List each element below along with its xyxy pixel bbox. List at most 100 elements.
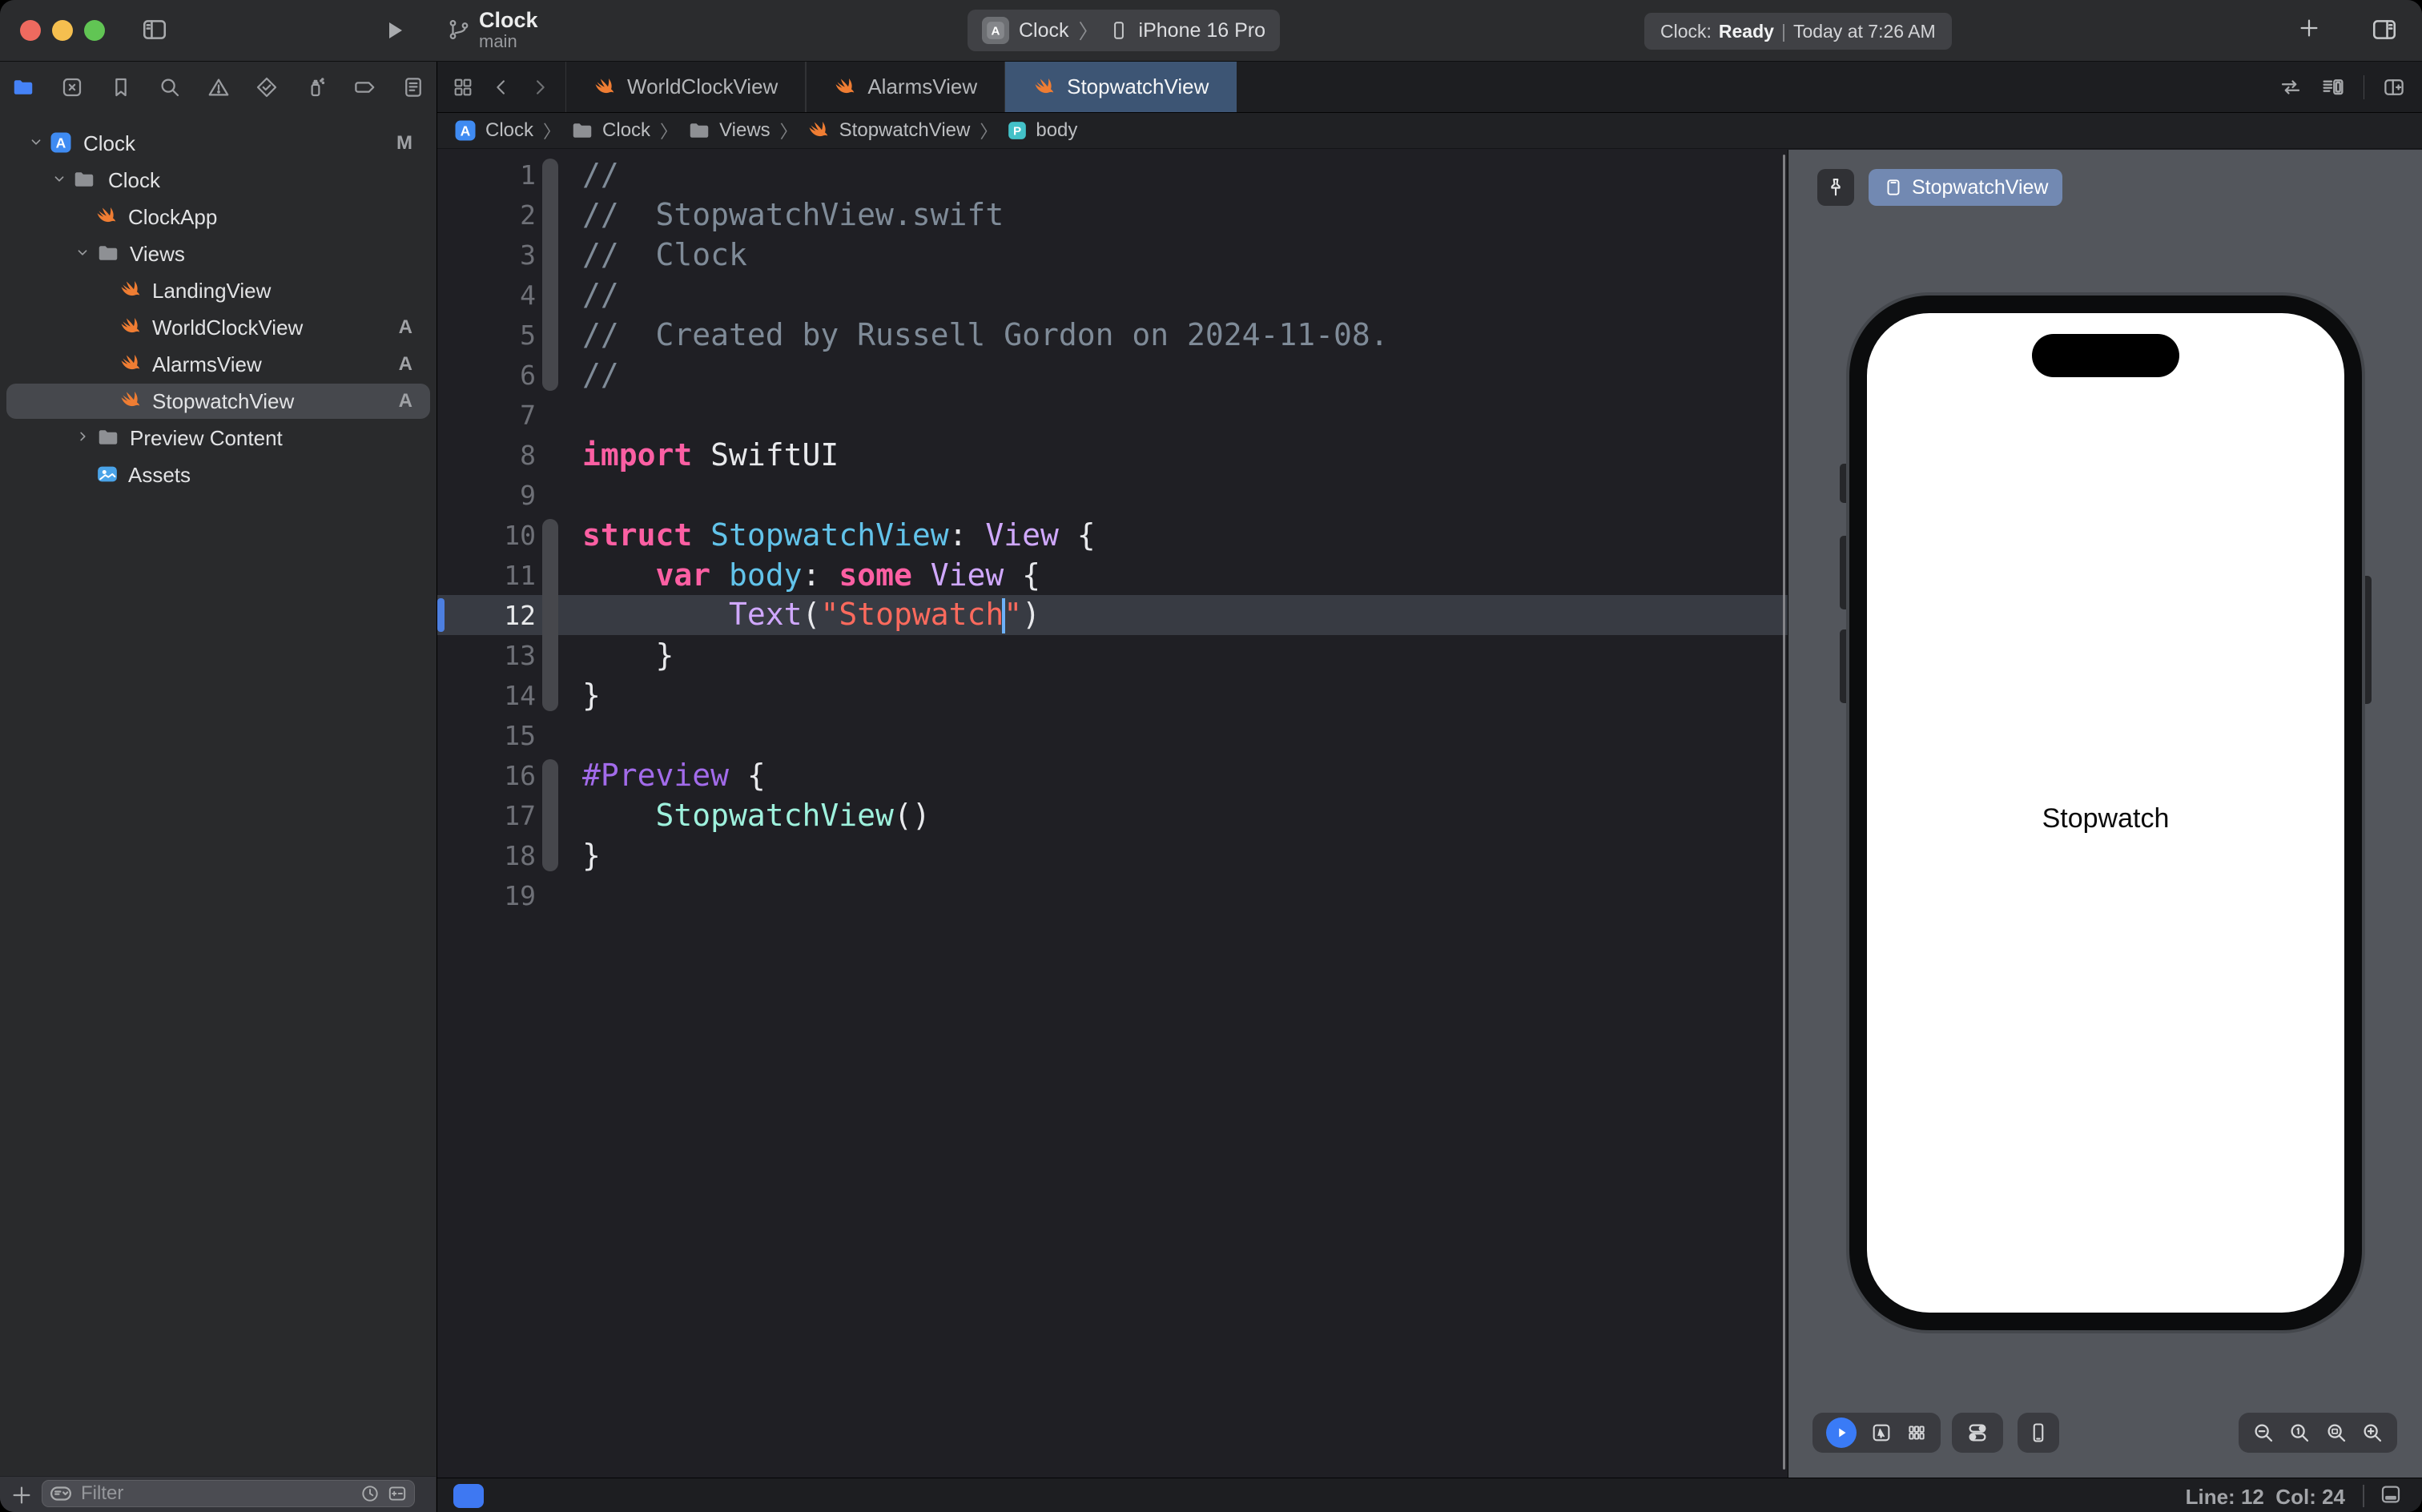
- code-line-3[interactable]: 3 // Clock: [437, 235, 1788, 275]
- tests-icon[interactable]: [255, 75, 279, 99]
- titlebar: Clock main A Clock 〉 iPhone 16 Pro Clock…: [0, 0, 2422, 62]
- filter-input[interactable]: [79, 1482, 353, 1506]
- activity-status[interactable]: Clock: Ready | Today at 7:26 AM: [1644, 13, 1952, 50]
- tree-row-AlarmsView[interactable]: AlarmsView A: [6, 347, 430, 382]
- tree-row-label: Views: [130, 242, 185, 267]
- debug-spray-icon[interactable]: [304, 75, 328, 99]
- add-button[interactable]: [2297, 16, 2321, 40]
- swift-icon: [119, 388, 143, 412]
- tree-row-label: Clock: [83, 131, 135, 156]
- tree-row-Views[interactable]: Views: [6, 236, 430, 271]
- breadcrumb-separator: 〉: [780, 118, 798, 143]
- code-line-8[interactable]: 8 import SwiftUI: [437, 435, 1788, 475]
- tree-row-StopwatchView[interactable]: StopwatchView A: [6, 384, 430, 419]
- tree-row-WorldClockView[interactable]: WorldClockView A: [6, 310, 430, 345]
- tree-row-Clock[interactable]: Clock: [6, 163, 430, 198]
- zoom-out-icon[interactable]: [2251, 1421, 2275, 1445]
- breadcrumb-Clock[interactable]: Clock: [570, 119, 650, 143]
- filter-field[interactable]: [42, 1480, 415, 1507]
- toggle-inspector-icon[interactable]: [2371, 16, 2398, 43]
- source-control-icon[interactable]: [60, 75, 84, 99]
- tree-row-Clock[interactable]: A Clock M: [6, 126, 430, 161]
- chevron-down-icon[interactable]: [50, 170, 68, 187]
- code-line-7[interactable]: 7: [437, 395, 1788, 435]
- tree-row-Assets[interactable]: Assets: [6, 457, 430, 493]
- code-line-10[interactable]: 10 struct StopwatchView: View {: [437, 515, 1788, 555]
- recent-files-icon[interactable]: [360, 1483, 380, 1504]
- scheme-selector[interactable]: A Clock 〉 iPhone 16 Pro: [968, 10, 1280, 51]
- breadcrumb-StopwatchView[interactable]: StopwatchView: [807, 119, 971, 143]
- line-number: 1: [437, 159, 536, 191]
- editor-scrollbar[interactable]: [1783, 155, 1785, 1470]
- code-line-1[interactable]: 1 //: [437, 155, 1788, 195]
- code-line-11[interactable]: 11 var body: some View {: [437, 555, 1788, 595]
- tab-WorldClockView[interactable]: WorldClockView: [565, 62, 806, 112]
- selectable-mode-icon[interactable]: [1870, 1422, 1893, 1444]
- tree-row-Preview-Content[interactable]: Preview Content: [6, 420, 430, 456]
- breakpoints-icon[interactable]: [352, 75, 376, 99]
- zoom-fit-icon[interactable]: [2324, 1421, 2348, 1445]
- source-control-filter-icon[interactable]: [387, 1483, 408, 1504]
- bookmarks-icon[interactable]: [109, 75, 133, 99]
- reports-icon[interactable]: [401, 75, 425, 99]
- code-line-19[interactable]: 19: [437, 875, 1788, 915]
- code-line-6[interactable]: 6 //: [437, 355, 1788, 395]
- variants-icon[interactable]: [1906, 1422, 1927, 1443]
- editor-tab-bar: WorldClockView AlarmsView StopwatchView: [437, 62, 2422, 113]
- split-editor-icon[interactable]: [2382, 75, 2406, 99]
- toggle-bottom-bar-icon[interactable]: [2379, 1482, 2403, 1506]
- code-line-18[interactable]: 18 }: [437, 835, 1788, 875]
- breadcrumb-Clock[interactable]: A Clock: [453, 119, 533, 143]
- branch-label: main: [479, 32, 538, 51]
- zoom-actual-icon[interactable]: [2287, 1421, 2311, 1445]
- scheme-project-area[interactable]: Clock main: [447, 8, 538, 51]
- preview-target-chip[interactable]: StopwatchView: [1869, 169, 2062, 206]
- close-button[interactable]: [20, 20, 41, 41]
- iphone-icon: [1108, 20, 1129, 41]
- pin-preview-button[interactable]: [1817, 169, 1854, 206]
- device-settings-button[interactable]: [1952, 1413, 2003, 1453]
- back-icon[interactable]: [490, 76, 513, 99]
- code-line-16[interactable]: 16 #Preview {: [437, 755, 1788, 795]
- chevron-right-icon[interactable]: [74, 428, 91, 445]
- issues-icon[interactable]: [207, 75, 231, 99]
- zoom-in-icon[interactable]: [2360, 1421, 2384, 1445]
- tab-AlarmsView[interactable]: AlarmsView: [806, 62, 1005, 112]
- project-navigator-icon[interactable]: [11, 75, 35, 99]
- tab-StopwatchView[interactable]: StopwatchView: [1005, 62, 1237, 112]
- adjust-editor-icon[interactable]: [2320, 74, 2346, 100]
- code-line-2[interactable]: 2 // StopwatchView.swift: [437, 195, 1788, 235]
- code-line-9[interactable]: 9: [437, 475, 1788, 515]
- device-button[interactable]: [2018, 1413, 2059, 1453]
- related-items-icon[interactable]: [452, 76, 474, 99]
- minimize-button[interactable]: [52, 20, 73, 41]
- run-button[interactable]: [381, 18, 407, 43]
- code-line-17[interactable]: 17 StopwatchView(): [437, 795, 1788, 835]
- code-line-14[interactable]: 14 }: [437, 675, 1788, 715]
- breadcrumb-Views[interactable]: Views: [687, 119, 770, 143]
- find-icon[interactable]: [158, 75, 182, 99]
- code-line-4[interactable]: 4 //: [437, 275, 1788, 315]
- preview-target-label: StopwatchView: [1912, 176, 2048, 199]
- chevron-down-icon[interactable]: [27, 133, 45, 151]
- code-line-12[interactable]: 12 Text("Stopwatch"): [437, 595, 1788, 635]
- source-editor[interactable]: 1 // 2 // StopwatchView.swift 3 // Clock…: [437, 150, 1788, 1478]
- tree-row-LandingView[interactable]: LandingView: [6, 273, 430, 308]
- code-line-5[interactable]: 5 // Created by Russell Gordon on 2024-1…: [437, 315, 1788, 355]
- code-line-15[interactable]: 15: [437, 715, 1788, 755]
- iphone-preview-device[interactable]: Stopwatch: [1849, 296, 2362, 1330]
- code-line-13[interactable]: 13 }: [437, 635, 1788, 675]
- filter-menu-icon[interactable]: [49, 1482, 73, 1506]
- add-file-button[interactable]: [10, 1483, 34, 1507]
- zoom-button[interactable]: [84, 20, 105, 41]
- tree-row-ClockApp[interactable]: ClockApp: [6, 199, 430, 235]
- preview-screen[interactable]: Stopwatch: [1867, 313, 2344, 1313]
- editor-document-icon[interactable]: [453, 1484, 484, 1508]
- breadcrumb-body[interactable]: P body: [1007, 119, 1077, 142]
- toggle-sidebar-icon[interactable]: [141, 16, 168, 43]
- forward-icon[interactable]: [529, 76, 551, 99]
- swap-editor-icon[interactable]: [2279, 75, 2303, 99]
- live-preview-play-icon[interactable]: [1826, 1418, 1857, 1448]
- breadcrumb-label: StopwatchView: [839, 119, 971, 142]
- chevron-down-icon[interactable]: [74, 243, 91, 261]
